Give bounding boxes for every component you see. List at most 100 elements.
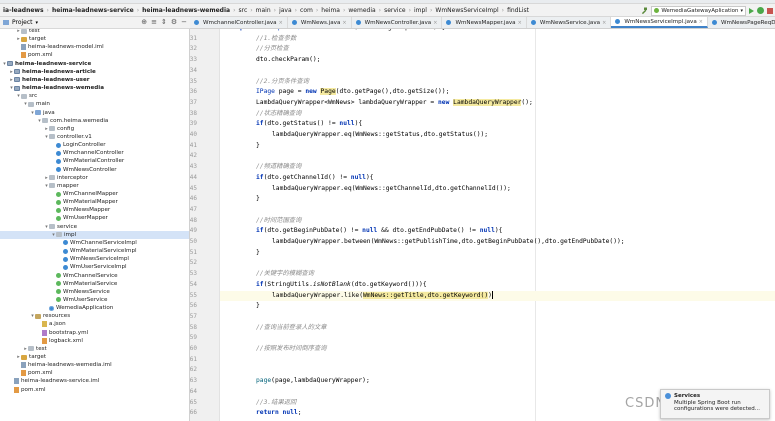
code-line[interactable]: //3.结果返回: [256, 398, 296, 408]
close-icon[interactable]: ×: [602, 20, 606, 26]
tree-item[interactable]: WmChannelServiceImpl: [0, 239, 189, 247]
code-line[interactable]: lambdaQueryWrapper.like(WmNews::getTitle…: [220, 290, 775, 301]
tree-item[interactable]: ▾ src: [0, 92, 189, 100]
breadcrumb-item[interactable]: impl: [411, 7, 430, 14]
tree-item[interactable]: WmUserService: [0, 296, 189, 304]
code-line[interactable]: lambdaQueryWrapper.eq(WmNews::getChannel…: [272, 184, 511, 194]
code-line[interactable]: IPage page = new Page(dto.getPage(),dto.…: [256, 87, 449, 97]
tree-item[interactable]: WmMaterialService: [0, 280, 189, 288]
code-line[interactable]: //查询当前登录人的文章: [256, 323, 327, 333]
code-line[interactable]: //时间范围查询: [256, 216, 301, 226]
tree-item[interactable]: ▾ heima-leadnews-service: [0, 60, 189, 68]
close-icon[interactable]: ×: [342, 20, 346, 26]
tree-item[interactable]: heima-leadnews-model.iml: [0, 43, 189, 51]
breadcrumb-item[interactable]: ia-leadnews: [0, 7, 47, 14]
editor-tab[interactable]: WmNewsController.java ×: [352, 17, 443, 28]
stop-icon[interactable]: [767, 7, 773, 14]
tree-item[interactable]: WmMaterialController: [0, 157, 189, 165]
options-icon[interactable]: ⇕: [161, 18, 167, 26]
tree-item[interactable]: ▾ impl: [0, 230, 189, 239]
breadcrumb-item[interactable]: heima-leadnews-wemedia: [139, 7, 233, 14]
tree-item[interactable]: pom.xml: [0, 369, 189, 377]
tree-item[interactable]: ▸ interceptor: [0, 174, 189, 182]
code-line[interactable]: //2.分页条件查询: [256, 77, 309, 87]
breadcrumb-item[interactable]: findList: [504, 7, 532, 14]
editor-tab[interactable]: WmchannelController.java ×: [190, 17, 288, 28]
tree-item[interactable]: ▸ config: [0, 125, 189, 133]
tree-item[interactable]: ▸ heima-leadnews-article: [0, 68, 189, 76]
code-line[interactable]: page(page,lambdaQueryWrapper);: [256, 376, 370, 386]
code-line[interactable]: return null;: [256, 408, 302, 418]
breadcrumb-item[interactable]: java: [276, 7, 295, 14]
tree-item[interactable]: WmNewsController: [0, 166, 189, 174]
code-line[interactable]: //分页检查: [256, 44, 289, 54]
tree-item[interactable]: WemediaApplication: [0, 304, 189, 312]
tree-item[interactable]: WmNewsService: [0, 288, 189, 296]
code-line[interactable]: dto.checkParam();: [256, 55, 320, 65]
tree-item[interactable]: WmchannelController: [0, 149, 189, 157]
minimize-icon[interactable]: −: [181, 18, 187, 26]
breadcrumb-item[interactable]: com: [297, 7, 316, 14]
tree-item[interactable]: ▾ service: [0, 223, 189, 231]
code-line[interactable]: }: [256, 301, 260, 311]
tree-item[interactable]: WmNewsMapper: [0, 206, 189, 214]
tree-item[interactable]: WmMaterialMapper: [0, 198, 189, 206]
code-line[interactable]: }: [256, 194, 260, 204]
tree-item[interactable]: WmMaterialServiceImpl: [0, 247, 189, 255]
code-line[interactable]: }: [256, 248, 260, 258]
tree-item[interactable]: bootstrap.yml: [0, 329, 189, 337]
tree-item[interactable]: ▸ target: [0, 35, 189, 43]
code-line[interactable]: }: [256, 141, 260, 151]
code-line[interactable]: if(dto.getBeginPubDate() != null && dto.…: [256, 226, 502, 236]
code-line[interactable]: //1.检查参数: [256, 34, 296, 44]
close-icon[interactable]: ×: [518, 20, 522, 26]
code-editor[interactable]: 3031 32 33 34 35 36 37 38 39 40 41 42 43 44 45 46 47 48 49…: [190, 29, 775, 421]
editor-tab[interactable]: WmNewsPageReqDto.java×: [708, 17, 775, 28]
close-icon[interactable]: ×: [699, 19, 703, 25]
code-line[interactable]: if(dto.getChannelId() != null){: [256, 173, 374, 183]
code-line[interactable]: //关键字的模糊查询: [256, 269, 314, 279]
code-line[interactable]: public ResponseResult findList(WmNewsPag…: [240, 29, 445, 33]
tree-item[interactable]: a.json: [0, 320, 189, 328]
breadcrumb-item[interactable]: heima-leadnews-service: [49, 7, 137, 14]
tree-item[interactable]: ▾ controller.v1: [0, 133, 189, 141]
tree-item[interactable]: ▾ resources: [0, 312, 189, 320]
breadcrumb-item[interactable]: service: [381, 7, 409, 14]
services-notification[interactable]: Services Multiple Spring Boot run config…: [660, 389, 770, 419]
editor-tab[interactable]: WmNewsServiceImpl.java ×: [611, 17, 708, 28]
close-icon[interactable]: ×: [433, 20, 437, 26]
editor-tab[interactable]: WmNewsMapper.java ×: [442, 17, 527, 28]
gear-icon[interactable]: ⚙: [171, 18, 177, 26]
code-line[interactable]: lambdaQueryWrapper.between(WmNews::getPu…: [272, 237, 625, 247]
project-title[interactable]: Project: [12, 19, 33, 26]
code-line[interactable]: if(StringUtils.isNotBlank(dto.getKeyword…: [256, 280, 427, 290]
tree-item[interactable]: ▸ target: [0, 353, 189, 361]
tree-item[interactable]: WmNewsServiceImpl: [0, 255, 189, 263]
tree-item[interactable]: WmChannelService: [0, 272, 189, 280]
breadcrumb-item[interactable]: wemedia: [345, 7, 378, 14]
code-line[interactable]: //状态精确查询: [256, 109, 301, 119]
chevron-down-icon[interactable]: ▾: [36, 20, 39, 26]
close-icon[interactable]: ×: [279, 20, 283, 26]
tree-item[interactable]: heima-leadnews-wemedia.iml: [0, 361, 189, 369]
tree-item[interactable]: WmUserServiceImpl: [0, 263, 189, 271]
tree-item[interactable]: WmChannelMapper: [0, 190, 189, 198]
debug-icon[interactable]: [757, 7, 764, 14]
tree-item[interactable]: LoginController: [0, 141, 189, 149]
locate-icon[interactable]: ⊕: [141, 18, 147, 26]
tree-item[interactable]: logback.xml: [0, 337, 189, 345]
editor-tab[interactable]: WmNewsService.java ×: [527, 17, 612, 28]
tree-item[interactable]: ▾ main: [0, 100, 189, 108]
tree-item[interactable]: ▾ heima-leadnews-wemedia: [0, 84, 189, 92]
tree-item[interactable]: WmUserMapper: [0, 214, 189, 222]
code-line[interactable]: //按照发布时间倒序查询: [256, 344, 327, 354]
code-line[interactable]: LambdaQueryWrapper<WmNews> lambdaQueryWr…: [256, 98, 533, 108]
editor-tab[interactable]: WmNews.java ×: [288, 17, 352, 28]
breadcrumb-item[interactable]: heima: [318, 7, 343, 14]
tree-item[interactable]: ▾ java: [0, 109, 189, 117]
tree-item[interactable]: ▸ test: [0, 345, 189, 353]
collapse-all-icon[interactable]: ≡: [151, 18, 157, 26]
tree-item[interactable]: ▾ mapper: [0, 182, 189, 190]
tree-item[interactable]: heima-leadnews-service.iml: [0, 377, 189, 385]
tree-item[interactable]: ▸ heima-leadnews-user: [0, 76, 189, 84]
